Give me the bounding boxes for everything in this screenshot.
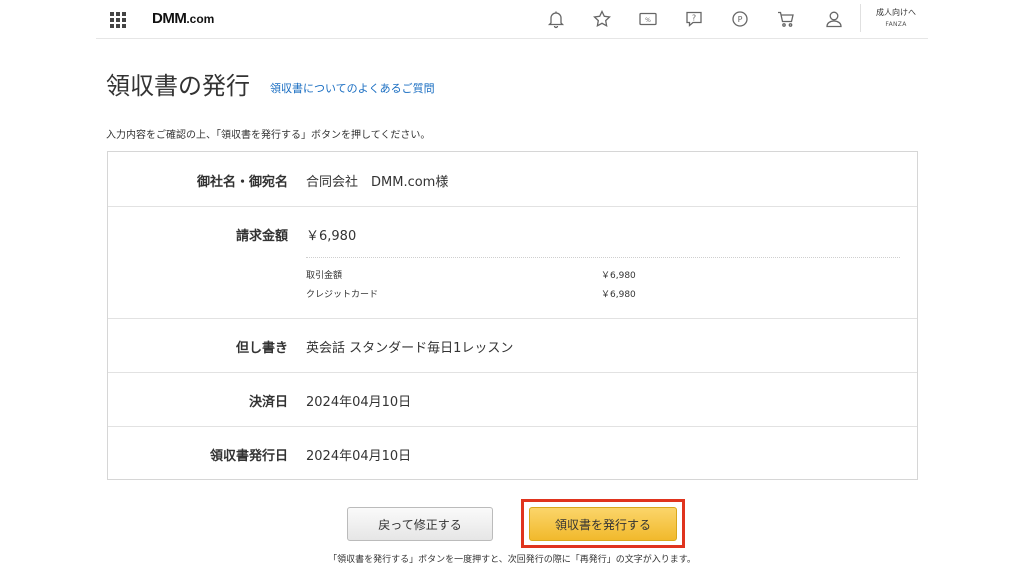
billing-amount-value: ￥6,980 — [306, 229, 357, 244]
bell-icon[interactable] — [546, 9, 566, 29]
issue-date-label: 領収書発行日 — [209, 449, 288, 464]
star-icon[interactable] — [592, 9, 612, 29]
svg-text:%: % — [645, 17, 651, 24]
proviso-label: 但し書き — [235, 341, 288, 356]
issue-receipt-button[interactable]: 領収書を発行する — [529, 507, 677, 541]
transaction-amount-label: 取引金額 — [306, 271, 343, 281]
credit-card-value: ￥6,980 — [601, 290, 636, 300]
row-proviso: 但し書き 英会話 スタンダード毎日1レッスン — [108, 319, 917, 373]
recipient-name-label: 御社名・御宛名 — [196, 175, 288, 190]
adult-link-label: 成人向けへ — [876, 8, 916, 17]
settlement-date-value: 2024年04月10日 — [306, 395, 412, 410]
adult-link-sublabel: FANZA — [885, 21, 907, 28]
settlement-date-label: 決済日 — [248, 395, 288, 410]
user-icon[interactable] — [824, 9, 844, 29]
billing-amount-label: 請求金額 — [235, 229, 288, 244]
row-issue-date: 領収書発行日 2024年04月10日 — [108, 427, 917, 479]
instruction-text: 入力内容をご確認の上、「領収書を発行する」ボタンを押してください。 — [106, 130, 431, 141]
proviso-value: 英会話 スタンダード毎日1レッスン — [306, 341, 514, 356]
adult-site-link[interactable]: 成人向けへ FANZA — [864, 9, 928, 28]
row-recipient-name: 御社名・御宛名 合同会社 DMM.com様 — [108, 152, 917, 207]
row-settlement-date: 決済日 2024年04月10日 — [108, 373, 917, 427]
page-title: 領収書の発行 — [106, 72, 250, 100]
header-divider — [860, 4, 861, 32]
transaction-amount-value: ￥6,980 — [601, 271, 636, 281]
amount-breakdown-divider — [306, 257, 900, 258]
dmm-logo[interactable]: DMM.com — [152, 10, 214, 27]
recipient-name-value: 合同会社 DMM.com様 — [306, 175, 449, 190]
receipt-confirmation-table: 御社名・御宛名 合同会社 DMM.com様 請求金額 ￥6,980 取引金額 ￥… — [107, 151, 918, 480]
top-header: DMM.com % ? P 成人向けへ FANZA — [96, 0, 928, 39]
apps-grid-icon[interactable] — [110, 12, 126, 28]
svg-text:?: ? — [692, 14, 696, 23]
row-billing-amount: 請求金額 ￥6,980 取引金額 ￥6,980 クレジットカード ￥6,980 — [108, 207, 917, 319]
help-icon[interactable]: ? — [684, 9, 704, 29]
credit-card-label: クレジットカード — [306, 290, 379, 300]
cart-icon[interactable] — [776, 9, 796, 29]
point-icon[interactable]: P — [730, 9, 750, 29]
reissue-note: 「領収書を発行する」ボタンを一度押すと、次回発行の際に「再発行」の文字が入ります… — [328, 555, 696, 565]
issue-date-value: 2024年04月10日 — [306, 449, 412, 464]
svg-text:P: P — [738, 15, 743, 24]
back-and-edit-button[interactable]: 戻って修正する — [347, 507, 493, 541]
faq-link[interactable]: 領収書についてのよくあるご質問 — [270, 80, 435, 96]
coupon-icon[interactable]: % — [638, 9, 658, 29]
